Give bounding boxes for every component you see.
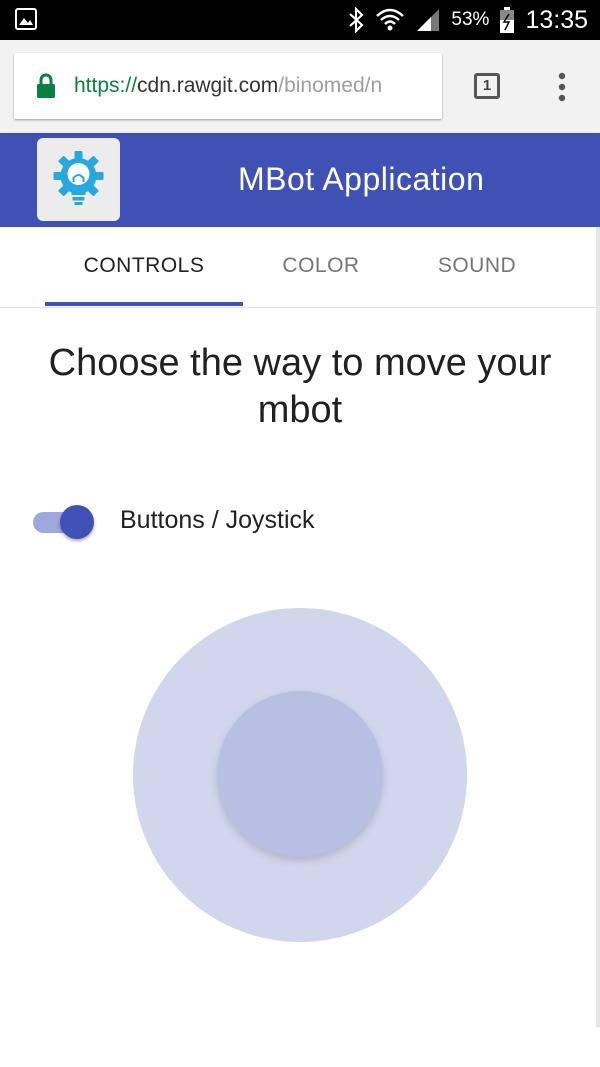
url-path: /binomed/n [278, 74, 383, 97]
lightbulb-gear-icon [53, 151, 104, 205]
status-icons: 53% 13:35 [347, 0, 588, 40]
browser-toolbar: https://cdn.rawgit.com/binomed/n 1 [0, 40, 600, 133]
url-host: cdn.rawgit.com [137, 74, 279, 97]
tab-controls[interactable]: CONTROLS [45, 227, 243, 305]
wifi-icon [376, 8, 405, 31]
tab-sound[interactable]: SOUND [399, 227, 555, 305]
overflow-menu-icon[interactable] [556, 72, 568, 102]
url-bar[interactable]: https://cdn.rawgit.com/binomed/n [14, 53, 442, 119]
battery-percent: 53% [451, 9, 490, 30]
joystick-knob[interactable] [217, 691, 383, 857]
buttons-joystick-toggle[interactable] [33, 503, 95, 541]
signal-icon [417, 9, 440, 31]
tab-bar: CONTROLS COLOR SOUND [0, 227, 600, 308]
tab-switcher-button[interactable]: 1 [474, 73, 500, 99]
active-tab-indicator [45, 302, 243, 306]
toggle-label: Buttons / Joystick [120, 506, 315, 534]
status-bar: 53% 13:35 [0, 0, 600, 40]
battery-icon [500, 7, 515, 33]
url-text: https://cdn.rawgit.com/binomed/n [74, 74, 382, 98]
gallery-icon [15, 8, 37, 30]
bluetooth-icon [349, 7, 364, 33]
toggle-thumb[interactable] [60, 505, 94, 539]
scrollbar[interactable] [596, 227, 600, 1027]
app-header: MBot Application [0, 133, 600, 227]
tab-color[interactable]: COLOR [243, 227, 399, 305]
app-title: MBot Application [238, 161, 485, 197]
url-scheme: https:// [74, 74, 138, 97]
app-logo [37, 138, 120, 221]
lock-icon [37, 73, 55, 98]
page-heading: Choose the way to move your mbot [48, 342, 552, 431]
clock: 13:35 [525, 5, 588, 34]
